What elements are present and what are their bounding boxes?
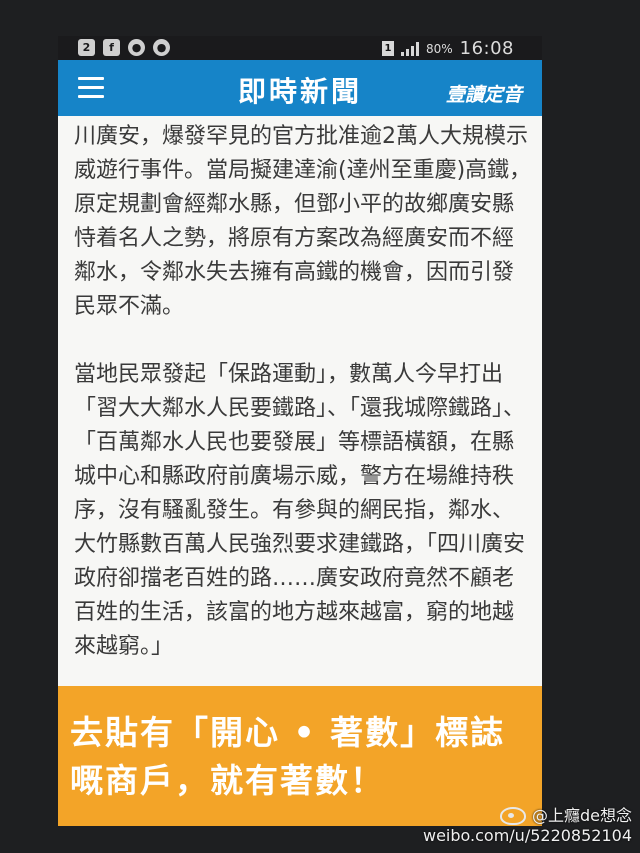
ad-subline: 嘅商戶，就有著數！ xyxy=(70,761,385,800)
notification-icons: 2 f ● ● xyxy=(78,39,170,56)
watermark-url: weibo.com/u/5220852104 xyxy=(422,826,632,845)
system-indicators: 1 80% 16:08 xyxy=(381,38,514,59)
apple-icon: ● xyxy=(128,39,145,56)
weibo-watermark: @上癮de想念 weibo.com/u/5220852104 xyxy=(423,806,632,846)
facebook-icon: f xyxy=(103,39,120,56)
app-bar: 即時新聞 壹讀定音 xyxy=(58,60,542,116)
status-bar: 2 f ● ● 1 80% 16:08 xyxy=(58,36,542,60)
phone-screen: 2 f ● ● 1 80% 16:08 即時新聞 壹讀定音 川廣安，爆發罕見的官… xyxy=(58,36,542,826)
battery-percent: 80% xyxy=(425,41,453,56)
signal-strength-icon xyxy=(400,41,419,56)
apple-icon: ● xyxy=(153,39,170,56)
article-paragraph: 川廣安，爆發罕見的官方批准逾2萬人大規模示威遊行事件。當局擬建達渝(達州至重慶)… xyxy=(74,124,532,319)
weibo-icon xyxy=(499,807,526,825)
clock-time: 16:08 xyxy=(459,38,514,59)
ad-banner[interactable]: 去貼有「開心 • 著數」標誌 嘅商戶，就有著數！ xyxy=(58,686,542,826)
ad-headline: 去貼有「開心 • 著數」標誌 xyxy=(70,713,506,752)
brand-logo[interactable]: 壹讀定音 xyxy=(446,80,522,107)
article-paragraph: 當地民眾發起「保路運動」，數萬人今早打出「習大大鄰水人民要鐵路」、「還我城際鐵路… xyxy=(74,362,526,659)
article-body: 川廣安，爆發罕見的官方批准逾2萬人大規模示威遊行事件。當局擬建達渝(達州至重慶)… xyxy=(74,120,534,682)
watermark-handle: @上癮de想念 xyxy=(531,806,632,825)
sim-card-icon: 1 xyxy=(381,41,394,56)
badge-2-icon: 2 xyxy=(78,39,95,56)
